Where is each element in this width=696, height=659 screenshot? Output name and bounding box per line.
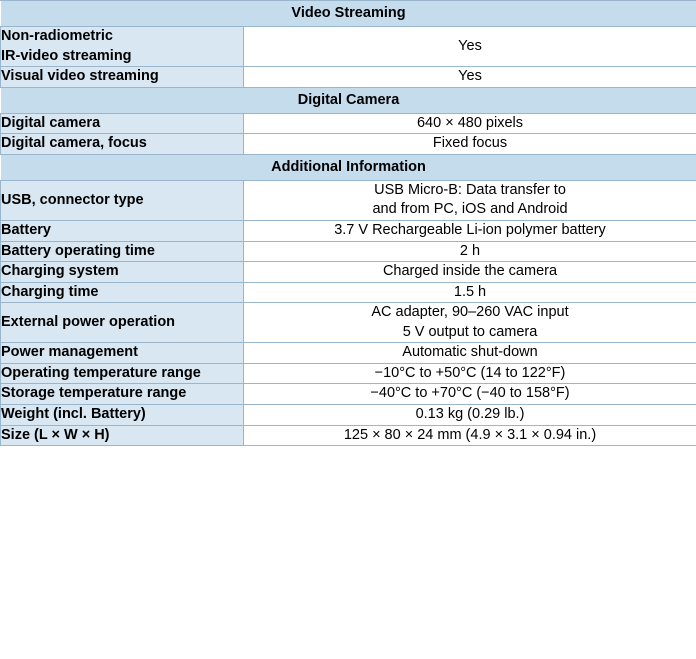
row-value-line: −40°C to +70°C (−40 to 158°F) bbox=[370, 385, 570, 402]
row-label-line: Battery operating time bbox=[1, 242, 155, 259]
row-label: Digital camera, focus bbox=[0, 133, 244, 155]
table-row: Size (L × W × H) 125 × 80 × 24 mm (4.9 ×… bbox=[0, 424, 696, 447]
row-value-line: and from PC, iOS and Android bbox=[372, 201, 568, 218]
row-value-line: −10°C to +50°C (14 to 122°F) bbox=[374, 364, 566, 381]
row-label: Operating temperature range bbox=[0, 362, 244, 385]
row-value-line: 125 × 80 × 24 mm (4.9 × 3.1 × 0.94 in.) bbox=[343, 426, 597, 443]
row-label-line: Battery bbox=[1, 221, 51, 238]
section-header-row: Additional Information bbox=[0, 153, 696, 181]
row-label-line: Power management bbox=[1, 344, 138, 361]
row-value: 0.13 kg (0.29 lb.) bbox=[243, 404, 696, 426]
row-value: 640 × 480 pixels bbox=[243, 112, 696, 135]
section-title: Video Streaming bbox=[0, 0, 696, 27]
row-value-line: AC adapter, 90–260 VAC input bbox=[371, 304, 569, 321]
table-row: External power operation AC adapter, 90–… bbox=[0, 302, 696, 344]
row-value: 1.5 h bbox=[243, 281, 696, 304]
row-value-line: Fixed focus bbox=[432, 135, 508, 152]
row-label-line: Storage temperature range bbox=[1, 385, 187, 402]
table-row: USB, connector type USB Micro-B: Data tr… bbox=[0, 179, 696, 221]
row-value: Automatic shut-down bbox=[243, 342, 696, 364]
row-label-line: Digital camera, focus bbox=[1, 135, 147, 152]
row-value: Yes bbox=[243, 66, 696, 88]
table-row: Non-radiometric IR-video streaming Yes bbox=[0, 25, 696, 68]
row-label-line: Digital camera bbox=[1, 114, 101, 131]
row-value-line: 0.13 kg (0.29 lb.) bbox=[415, 406, 525, 422]
row-label-line: External power operation bbox=[1, 313, 176, 330]
section-title: Digital Camera bbox=[0, 86, 696, 114]
row-value: −40°C to +70°C (−40 to 158°F) bbox=[243, 383, 696, 405]
section-title: Additional Information bbox=[0, 153, 696, 181]
row-label-line: IR-video streaming bbox=[1, 47, 132, 64]
row-label: Power management bbox=[0, 342, 244, 364]
row-value-line: Yes bbox=[458, 37, 482, 54]
row-value: −10°C to +50°C (14 to 122°F) bbox=[243, 362, 696, 385]
row-value-line: 640 × 480 pixels bbox=[416, 114, 523, 131]
row-value-line: 5 V output to camera bbox=[402, 323, 538, 340]
row-label: Visual video streaming bbox=[0, 66, 244, 88]
section-header-row: Digital Camera bbox=[0, 86, 696, 114]
row-label-line: Non-radiometric bbox=[1, 28, 113, 44]
row-label-line: Size (L × W × H) bbox=[1, 426, 110, 443]
row-value-line: Automatic shut-down bbox=[402, 344, 538, 361]
row-value: 125 × 80 × 24 mm (4.9 × 3.1 × 0.94 in.) bbox=[243, 424, 696, 447]
table-row: Battery 3.7 V Rechargeable Li-ion polyme… bbox=[0, 219, 696, 242]
table-row: Operating temperature range −10°C to +50… bbox=[0, 362, 696, 385]
row-label: Digital camera bbox=[0, 112, 244, 135]
row-label-line: Weight (incl. Battery) bbox=[1, 406, 146, 422]
row-value: 3.7 V Rechargeable Li-ion polymer batter… bbox=[243, 219, 696, 242]
table-row: Battery operating time 2 h bbox=[0, 240, 696, 263]
row-value: Yes bbox=[243, 25, 696, 68]
row-label: Non-radiometric IR-video streaming bbox=[0, 25, 244, 68]
row-label-line: Charging system bbox=[1, 263, 119, 280]
row-value: Charged inside the camera bbox=[243, 261, 696, 283]
section-header-row: Video Streaming bbox=[0, 0, 696, 27]
row-value-line: Yes bbox=[458, 68, 482, 85]
row-value-line: Charged inside the camera bbox=[382, 263, 558, 280]
row-label-line: USB, connector type bbox=[1, 191, 144, 208]
table-row: Weight (incl. Battery) 0.13 kg (0.29 lb.… bbox=[0, 404, 696, 426]
row-value: USB Micro-B: Data transfer to and from P… bbox=[243, 179, 696, 221]
row-label: USB, connector type bbox=[0, 179, 244, 221]
row-label: External power operation bbox=[0, 302, 244, 344]
table-row: Digital camera, focus Fixed focus bbox=[0, 133, 696, 155]
row-value: Fixed focus bbox=[243, 133, 696, 155]
row-label-line: Charging time bbox=[1, 283, 99, 300]
row-value-line: 1.5 h bbox=[453, 283, 487, 300]
row-label: Weight (incl. Battery) bbox=[0, 404, 244, 426]
table-row: Storage temperature range −40°C to +70°C… bbox=[0, 383, 696, 405]
row-value: 2 h bbox=[243, 240, 696, 263]
table-row: Visual video streaming Yes bbox=[0, 66, 696, 88]
row-label: Charging system bbox=[0, 261, 244, 283]
row-label: Charging time bbox=[0, 281, 244, 304]
row-label-line: Operating temperature range bbox=[1, 364, 201, 381]
row-value-line: USB Micro-B: Data transfer to bbox=[374, 181, 566, 198]
table-row: Digital camera 640 × 480 pixels bbox=[0, 112, 696, 135]
table-row: Charging system Charged inside the camer… bbox=[0, 261, 696, 283]
row-label: Storage temperature range bbox=[0, 383, 244, 405]
row-label: Battery operating time bbox=[0, 240, 244, 263]
row-label-line: Visual video streaming bbox=[1, 68, 159, 85]
row-value-line: 2 h bbox=[459, 242, 481, 259]
row-value-line: 3.7 V Rechargeable Li-ion polymer batter… bbox=[334, 221, 606, 238]
specifications-table: Video Streaming Non-radiometric IR-video… bbox=[0, 0, 696, 447]
specifications-table-body: Video Streaming Non-radiometric IR-video… bbox=[0, 0, 696, 447]
table-row: Power management Automatic shut-down bbox=[0, 342, 696, 364]
row-label: Battery bbox=[0, 219, 244, 242]
row-value: AC adapter, 90–260 VAC input 5 V output … bbox=[243, 302, 696, 344]
table-row: Charging time 1.5 h bbox=[0, 281, 696, 304]
row-label: Size (L × W × H) bbox=[0, 424, 244, 447]
